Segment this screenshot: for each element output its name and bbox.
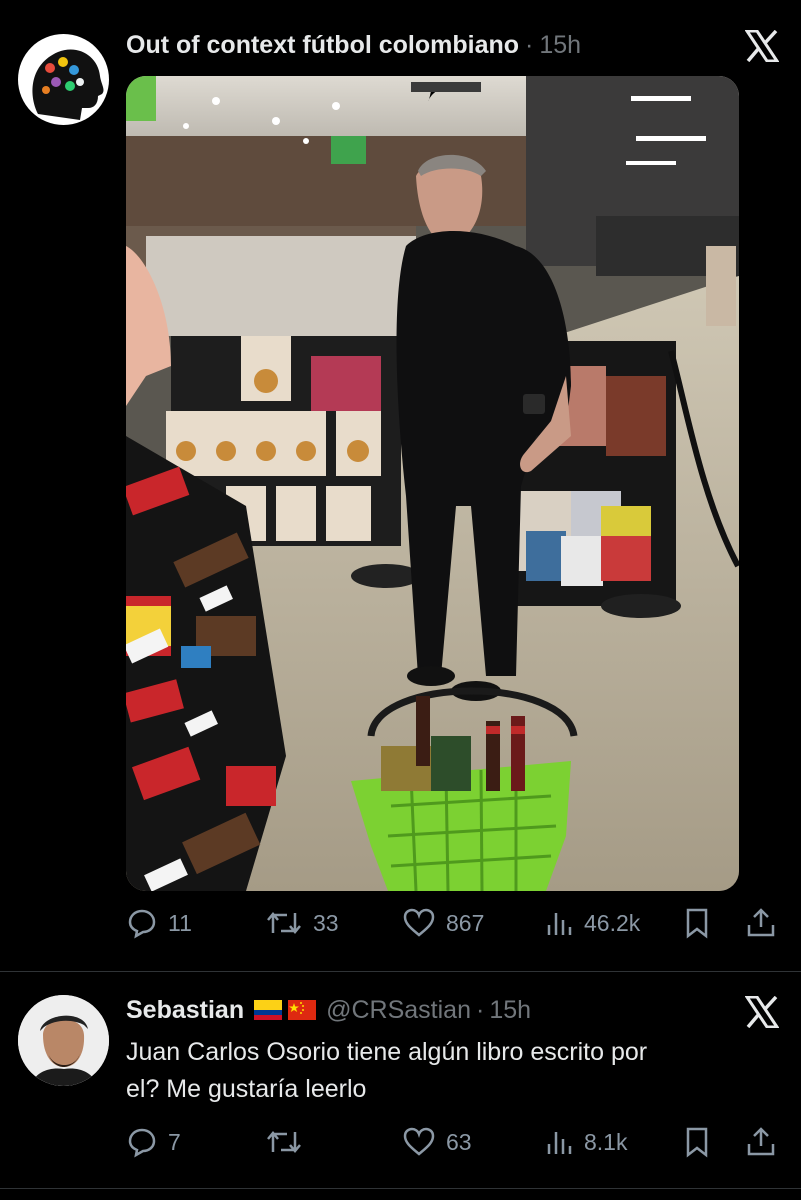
retweet-button[interactable]	[265, 1126, 313, 1158]
reply-button[interactable]: 11	[126, 907, 192, 939]
reply-count: 7	[168, 1128, 181, 1155]
bookmark-button[interactable]	[684, 907, 710, 939]
share-button[interactable]	[746, 907, 776, 939]
reply-text-line: el? Me gustaría leerlo	[126, 1075, 367, 1103]
retweet-icon	[267, 912, 301, 934]
reply-count: 11	[168, 909, 192, 936]
separator-dot: ·	[525, 31, 534, 59]
share-icon	[747, 908, 775, 937]
reply-time[interactable]: 15h	[489, 996, 531, 1025]
retweet-icon	[267, 1131, 301, 1153]
retweet-button[interactable]: 33	[265, 907, 339, 939]
reply-text: Juan Carlos Osorio tiene algún libro esc…	[126, 1034, 766, 1108]
like-button[interactable]: 63	[402, 1126, 472, 1158]
bookmark-icon	[686, 908, 708, 939]
views-icon	[547, 1132, 572, 1154]
tweet[interactable]: Out of context fútbol colombiano · 15h 1…	[0, 0, 801, 970]
bookmark-icon	[686, 1127, 708, 1158]
heart-icon	[403, 1127, 435, 1156]
colombia-flag-icon	[254, 1000, 283, 1020]
author-avatar[interactable]	[18, 34, 109, 125]
separator-dot: ·	[475, 996, 485, 1024]
views-button[interactable]: 8.1k	[546, 1126, 627, 1158]
bookmark-button[interactable]	[684, 1126, 710, 1158]
tweet-actions: 11 33 867 46.2k	[126, 907, 781, 947]
like-count: 63	[446, 1128, 472, 1155]
x-logo-icon	[744, 995, 780, 1033]
reply-actions: 7 63 8.1k	[126, 1126, 781, 1166]
reply-text-line: Juan Carlos Osorio tiene algún libro esc…	[126, 1038, 648, 1066]
author-name[interactable]: Out of context fútbol colombiano	[126, 31, 519, 60]
like-count: 867	[446, 909, 485, 936]
reply-author-avatar[interactable]	[18, 995, 109, 1086]
views-icon	[547, 913, 572, 935]
tweet-time[interactable]: 15h	[539, 31, 581, 60]
reply-button[interactable]: 7	[126, 1126, 181, 1158]
china-flag-icon	[288, 1000, 317, 1020]
tweet-photo[interactable]	[126, 76, 739, 891]
views-count: 46.2k	[584, 909, 641, 936]
reply-header: Sebastian @CRSastian · 15h	[126, 996, 531, 1025]
like-button[interactable]: 867	[402, 907, 484, 939]
share-icon	[747, 1127, 775, 1156]
reply-tweet[interactable]: Sebastian @CRSastian · 15h Juan Carlos O…	[0, 972, 801, 1187]
x-logo-icon	[744, 29, 780, 67]
share-button[interactable]	[746, 1126, 776, 1158]
reply-icon	[128, 909, 156, 939]
retweet-count: 33	[313, 909, 339, 936]
views-count: 8.1k	[584, 1128, 628, 1155]
heart-icon	[403, 908, 435, 937]
views-button[interactable]: 46.2k	[546, 907, 640, 939]
tweet-header: Out of context fútbol colombiano · 15h	[126, 31, 581, 60]
reply-handle[interactable]: @CRSastian	[326, 996, 471, 1025]
reply-icon	[128, 1128, 156, 1158]
reply-author-name[interactable]: Sebastian	[126, 996, 244, 1025]
bottom-divider	[0, 1188, 801, 1189]
